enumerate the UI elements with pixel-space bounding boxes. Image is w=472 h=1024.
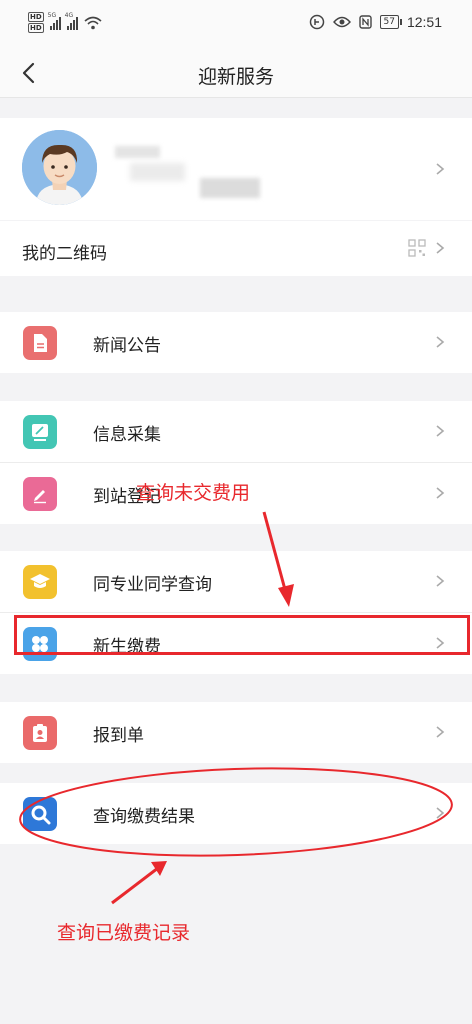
menu-item-label: 信息采集 [93,425,161,445]
nfc-icon [358,15,372,29]
search-icon [23,797,57,831]
chevron-right-icon [436,425,445,437]
chevron-right-icon [436,336,445,348]
status-bar-left: HD HD 5G 4G [28,12,102,33]
network-type-label: 4G [64,11,74,19]
avatar-illustration [22,130,97,205]
document-icon [23,326,57,360]
redacted-info [130,163,185,181]
menu-item-label: 同专业同学查询 [93,575,212,595]
menu-item-label: 新闻公告 [93,336,161,356]
my-qrcode-row[interactable]: 我的二维码 [0,221,472,276]
menu-item-payment-result[interactable]: 查询缴费结果 [0,783,472,844]
eye-icon [332,16,351,28]
status-bar-right: 57 12:51 [309,14,442,30]
network-type-label: 5G [47,11,57,19]
clock: 12:51 [406,14,442,30]
chevron-right-icon [436,575,445,587]
profile-card[interactable] [0,118,472,220]
hd-badges: HD HD [28,12,44,33]
chevron-right-icon [436,807,445,819]
edit-note-icon [23,415,57,449]
qrcode-label: 我的二维码 [22,244,107,264]
badge-icon [23,716,57,750]
highlight-box [14,615,470,655]
chevron-right-icon [436,242,445,254]
menu-item-news[interactable]: 新闻公告 [0,312,472,373]
annotation-query-unpaid: 查询未交费用 [136,482,251,504]
avatar [22,130,97,205]
chevron-right-icon [436,163,445,175]
wifi-icon [84,16,102,29]
chevron-right-icon [436,487,445,499]
hd-badge: HD [28,23,44,33]
menu-item-report-form[interactable]: 报到单 [0,702,472,763]
redacted-name [115,146,160,158]
menu-item-label: 查询缴费结果 [93,807,195,827]
page-title: 迎新服务 [197,66,274,88]
chevron-right-icon [436,726,445,738]
pencil-icon [23,477,57,511]
status-bar: HD HD 5G 4G 57 12:51 [0,0,472,48]
data-saver-icon [309,14,324,30]
menu-item-info-collect[interactable]: 信息采集 [0,401,472,462]
menu-item-label: 报到单 [93,726,144,746]
graduation-cap-icon [23,565,57,599]
nav-bar: 迎新服务 [0,48,472,98]
menu-item-classmate-query[interactable]: 同专业同学查询 [0,551,472,612]
battery-icon: 57 [379,15,403,29]
hd-badge: HD [28,12,44,22]
qrcode-icon [408,239,426,257]
signal-icon: 5G [48,12,61,30]
signal-icon: 4G [65,12,78,30]
annotation-query-paid: 查询已缴费记录 [57,922,191,944]
redacted-info [200,178,260,198]
